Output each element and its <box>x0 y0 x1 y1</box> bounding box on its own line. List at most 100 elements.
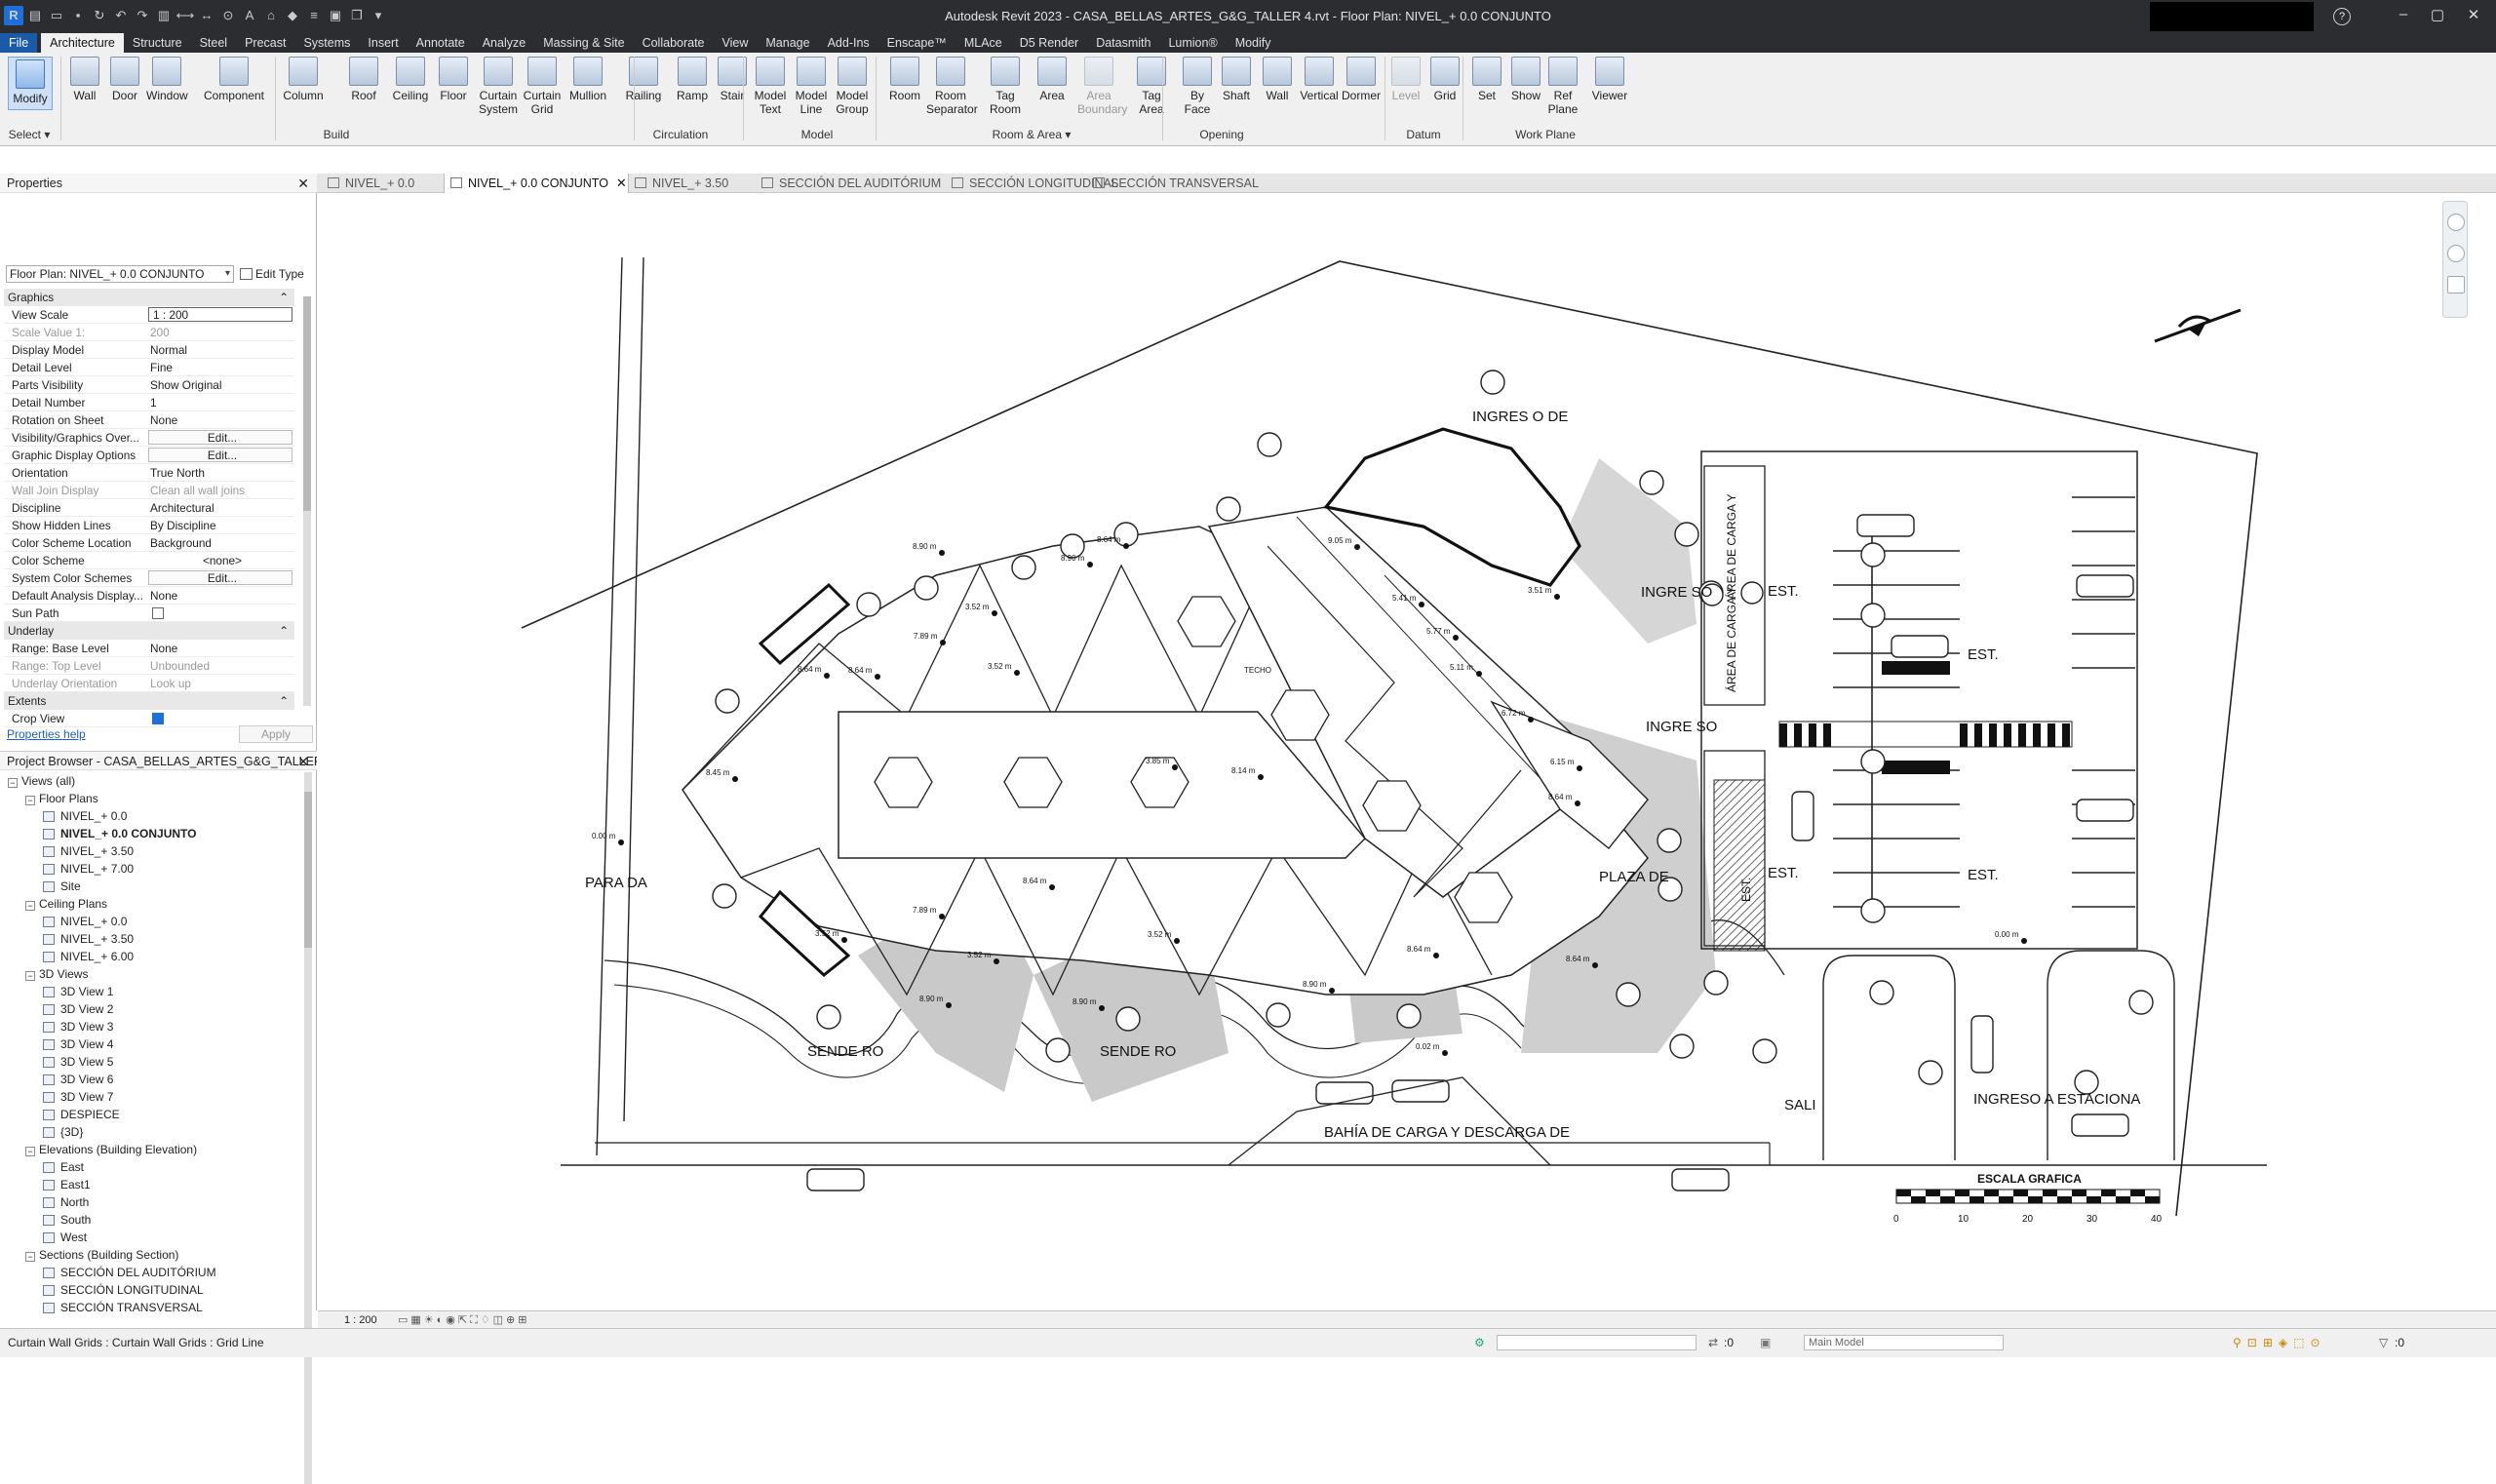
tab-modify[interactable]: Modify <box>1227 33 1280 53</box>
view-tab-secci-n-transversal[interactable]: SECCIÓN TRANSVERSAL <box>1087 174 1259 193</box>
tab-view[interactable]: View <box>714 33 758 53</box>
tag-area-button[interactable]: Tag Area <box>1134 57 1169 116</box>
view-control-icons[interactable]: ▭▦☀◐◉⇱⛶♢◫⊕⊞ <box>398 1311 530 1329</box>
railing-button[interactable]: Railing <box>624 57 663 102</box>
collapse-icon[interactable]: ⌃ <box>279 622 289 640</box>
tab-analyze[interactable]: Analyze <box>474 33 534 53</box>
panel-label-room-area[interactable]: Room & Area ▾ <box>988 128 1075 141</box>
category-underlay[interactable]: Underlay ⌃ <box>4 622 294 640</box>
edit-type-button[interactable]: Edit Type <box>240 265 304 283</box>
tab-add-ins[interactable]: Add-Ins <box>819 33 878 53</box>
dormer-button[interactable]: Dormer <box>1342 57 1381 102</box>
ramp-button[interactable]: Ramp <box>676 57 709 102</box>
property-value[interactable]: Edit... <box>148 570 292 585</box>
tree-item-3d-view-5[interactable]: 3D View 5 <box>0 1053 302 1071</box>
tab-manage[interactable]: Manage <box>757 33 818 53</box>
property-value[interactable]: Background <box>146 534 294 551</box>
tab-mlace[interactable]: MLAce <box>956 33 1011 53</box>
room-button[interactable]: Room <box>887 57 922 102</box>
close-tab-icon[interactable]: ✕ <box>616 176 627 190</box>
window-button[interactable]: Window <box>146 57 188 102</box>
property-value[interactable]: Fine <box>146 359 294 375</box>
tab-d5-render[interactable]: D5 Render <box>1011 33 1087 53</box>
apply-button[interactable]: Apply <box>239 725 313 743</box>
tab-datasmith[interactable]: Datasmith <box>1087 33 1159 53</box>
view-tab-nivel-3-50[interactable]: NIVEL_+ 3.50 <box>629 174 754 193</box>
set-button[interactable]: Set <box>1472 57 1502 102</box>
property-value[interactable]: 1 : 200 <box>148 307 292 322</box>
tree-group-sections-building-section[interactable]: − Sections (Building Section) <box>0 1246 302 1264</box>
tree-item-despiece[interactable]: DESPIECE <box>0 1106 302 1123</box>
close-window-button[interactable]: ✕ <box>2459 6 2488 23</box>
property-value[interactable]: None <box>146 640 294 656</box>
tab-enscape[interactable]: Enscape™ <box>878 33 956 53</box>
tree-item-3d[interactable]: {3D} <box>0 1123 302 1141</box>
tree-item-nivel-6-00[interactable]: NIVEL_+ 6.00 <box>0 948 302 965</box>
property-value[interactable] <box>146 605 294 621</box>
tab-annotate[interactable]: Annotate <box>408 33 474 53</box>
tree-item-3d-view-6[interactable]: 3D View 6 <box>0 1071 302 1088</box>
steering-wheel-icon[interactable] <box>2447 214 2465 231</box>
floor-button[interactable]: Floor <box>437 57 470 102</box>
view-scale-label[interactable]: 1 : 200 <box>344 1311 377 1329</box>
properties-scroll-thumb[interactable] <box>303 296 311 511</box>
tab-collaborate[interactable]: Collaborate <box>634 33 714 53</box>
tree-group-3d-views[interactable]: −3D Views <box>0 965 302 983</box>
property-value[interactable]: <none> <box>146 552 294 568</box>
tree-item-nivel-0-0[interactable]: NIVEL_+ 0.0 <box>0 807 302 825</box>
model-text-button[interactable]: Model Text <box>753 57 788 116</box>
tab-lumion[interactable]: Lumion® <box>1159 33 1226 53</box>
checkbox[interactable] <box>152 713 164 724</box>
editing-requests-icon[interactable]: ⇄ <box>1708 1336 1718 1349</box>
ceiling-button[interactable]: Ceiling <box>390 57 431 102</box>
maximize-button[interactable]: ▢ <box>2423 6 2452 23</box>
view-tab-nivel-0-0[interactable]: NIVEL_+ 0.0 <box>322 174 439 193</box>
stair-button[interactable]: Stair <box>715 57 750 102</box>
room-separator-button[interactable]: Room Separator <box>926 57 978 116</box>
tab-file[interactable]: File <box>0 33 38 53</box>
project-browser-scroll-thumb[interactable] <box>304 792 312 948</box>
property-value[interactable]: Edit... <box>148 448 292 462</box>
floor-plan-drawing[interactable]: INGRES O DE INGRE SO INGRE SO PARA DA PL… <box>318 194 2496 1310</box>
collapse-toggle-icon[interactable]: − <box>25 1252 35 1262</box>
property-value[interactable]: None <box>146 411 294 428</box>
tab-systems[interactable]: Systems <box>294 33 359 53</box>
tree-item-west[interactable]: West <box>0 1229 302 1246</box>
tree-item-nivel-3-50[interactable]: NIVEL_+ 3.50 <box>0 842 302 860</box>
property-value[interactable]: Show Original <box>146 376 294 393</box>
tree-item-nivel-3-50[interactable]: NIVEL_+ 3.50 <box>0 930 302 948</box>
view-tab-secci-n-longitudinal[interactable]: SECCIÓN LONGITUDINAL <box>946 174 1118 193</box>
roof-button[interactable]: Roof <box>346 57 381 102</box>
tree-group-views-all[interactable]: − Views (all) <box>0 772 302 790</box>
project-browser-scrollbar[interactable] <box>304 772 312 1484</box>
category-graphics[interactable]: Graphics ⌃ <box>4 289 294 306</box>
selection-options-icons[interactable]: ⚲⊡⊞◈⬚⊙ <box>2233 1336 2326 1349</box>
view-tab-secci-n-del-audit-rium[interactable]: SECCIÓN DEL AUDITÓRIUM <box>756 174 941 193</box>
zoom-region-icon[interactable] <box>2447 276 2465 293</box>
properties-help-link[interactable]: Properties help <box>7 727 86 741</box>
by-face-button[interactable]: By Face <box>1182 57 1213 116</box>
viewer-button[interactable]: Viewer <box>1589 57 1630 102</box>
door-button[interactable]: Door <box>107 57 142 102</box>
type-selector[interactable]: Floor Plan: NIVEL_+ 0.0 CONJUNTO ▾ <box>6 265 234 283</box>
category-extents[interactable]: Extents ⌃ <box>4 692 294 710</box>
tree-group-floor-plans[interactable]: − Floor Plans <box>0 790 302 807</box>
minimize-button[interactable]: – <box>2389 6 2418 22</box>
checkbox[interactable] <box>152 607 164 619</box>
column-button[interactable]: Column <box>283 57 324 102</box>
properties-scrollbar[interactable] <box>303 296 311 706</box>
active-model-dropdown[interactable]: Main Model <box>1804 1335 2004 1350</box>
tree-item-3d-view-2[interactable]: 3D View 2 <box>0 1000 302 1018</box>
zoom-icon[interactable] <box>2447 245 2465 262</box>
tab-architecture[interactable]: Architecture <box>41 33 124 53</box>
filter-icon[interactable]: ▽ <box>2379 1336 2388 1349</box>
help-icon[interactable]: ? <box>2333 8 2351 25</box>
tree-item-secci-n-transversal[interactable]: SECCIÓN TRANSVERSAL <box>0 1299 302 1316</box>
curtain-grid-button[interactable]: Curtain Grid <box>523 57 562 116</box>
collapse-toggle-icon[interactable]: − <box>8 778 18 788</box>
collapse-toggle-icon[interactable]: − <box>25 796 35 805</box>
properties-close-icon[interactable]: ✕ <box>297 174 309 193</box>
tree-item-site[interactable]: Site <box>0 878 302 895</box>
navigation-bar[interactable] <box>2442 201 2468 318</box>
property-value[interactable]: Architectural <box>146 499 294 516</box>
